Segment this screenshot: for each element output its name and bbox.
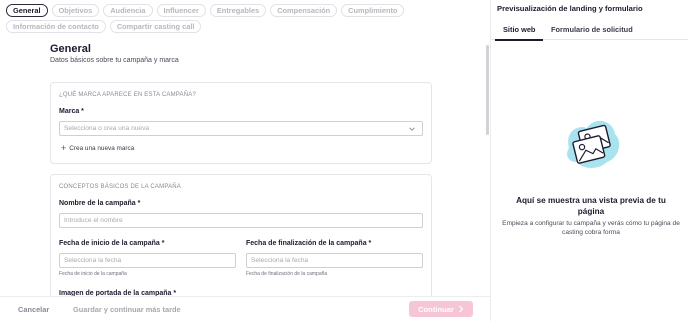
chevron-right-icon [458,305,464,313]
tab-objetivos[interactable]: Objetivos [51,4,100,17]
start-date-label: Fecha de inicio de la campaña * [59,240,165,247]
preview-empty-description: Empieza a configurar tu campaña y verás … [502,220,680,236]
page-subtitle: Datos básicos sobre tu campaña y marca [50,57,179,64]
campaign-form-panel: General Objetivos Audiencia Influencer E… [0,0,490,321]
tab-influencer[interactable]: Influencer [156,4,206,17]
brand-select-placeholder: Selecciona o crea una nueva [64,125,150,132]
brand-select[interactable]: Selecciona o crea una nueva [59,121,423,136]
brand-label: Marca * [59,108,84,115]
tab-sitio-web[interactable]: Sitio web [494,25,545,41]
campaign-name-label: Nombre de la campaña * [59,200,141,207]
form-footer: Cancelar Guardar y continuar más tarde C… [0,296,490,321]
save-later-button[interactable]: Guardar y continuar más tarde [73,305,181,314]
form-header: General Datos básicos sobre tu campaña y… [50,43,434,64]
step-tabs: General Objetivos Audiencia Influencer E… [6,4,486,33]
plus-icon: + [61,143,67,153]
end-date-input[interactable]: Selecciona la fecha [246,253,423,268]
end-date-hint: Fecha de finalización de la campaña [246,271,328,277]
tab-formulario-solicitud[interactable]: Formulario de solicitud [551,25,633,34]
cancel-button[interactable]: Cancelar [18,305,49,314]
campaign-basics-card: CONCEPTOS BÁSICOS DE LA CAMPAÑA Nombre d… [50,174,432,304]
continue-label: Continuar [418,304,454,314]
brand-section-heading: ¿QUÉ MARCA APARECE EN ESTA CAMPAÑA? [59,92,197,98]
tab-cumplimiento[interactable]: Cumplimiento [341,4,405,17]
create-brand-link[interactable]: + Crea una nueva marca [61,143,135,153]
start-date-hint: Fecha de inicio de la campaña [59,271,127,277]
page-title: General [50,43,91,55]
continue-button[interactable]: Continuar [409,301,473,317]
create-brand-label: Crea una nueva marca [69,144,135,152]
tab-compensacion[interactable]: Compensación [270,4,338,17]
brand-card: ¿QUÉ MARCA APARECE EN ESTA CAMPAÑA? Marc… [50,82,432,164]
preview-tabs: Sitio web Formulario de solicitud [491,20,688,41]
tab-compartir[interactable]: Compartir casting call [109,20,202,33]
start-date-placeholder: Selecciona la fecha [64,257,122,264]
preview-empty-title: Aquí se muestra una vista previa de tu p… [516,196,666,216]
tab-general[interactable]: General [6,4,48,17]
campaign-name-placeholder: Introduce el nombre [64,217,123,224]
preview-title: Previsualización de landing y formulario [497,4,643,13]
chevron-down-icon [409,127,415,131]
tab-contacto[interactable]: Información de contacto [6,20,106,33]
tab-audiencia[interactable]: Audiencia [103,4,153,17]
end-date-placeholder: Selecciona la fecha [251,257,309,264]
tab-entregables[interactable]: Entregables [209,4,267,17]
scrollbar[interactable] [486,45,489,135]
preview-panel: Previsualización de landing y formulario… [490,0,688,321]
end-date-label: Fecha de finalización de la campaña * [246,240,372,247]
image-placeholder-icon [567,120,620,168]
basics-section-heading: CONCEPTOS BÁSICOS DE LA CAMPAÑA [59,184,182,190]
start-date-input[interactable]: Selecciona la fecha [59,253,236,268]
campaign-name-input[interactable]: Introduce el nombre [59,213,423,228]
